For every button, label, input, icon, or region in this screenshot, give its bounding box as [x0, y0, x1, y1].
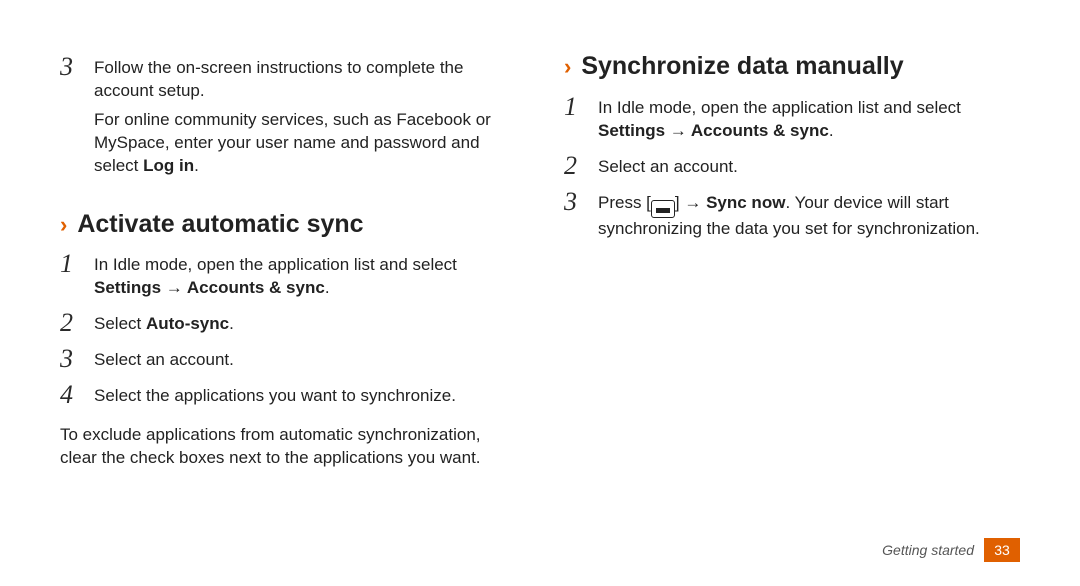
step-text: Select an account.: [598, 156, 738, 179]
step-body: Follow the on-screen instructions to com…: [94, 54, 516, 184]
heading-activate-auto-sync: › Activate automatic sync: [60, 208, 516, 242]
manual-page: 3 Follow the on-screen instructions to c…: [0, 0, 1080, 586]
page-footer: Getting started 33: [882, 538, 1020, 562]
step-number: 2: [564, 153, 586, 179]
footer-section: Getting started: [882, 542, 974, 558]
left-column: 3 Follow the on-screen instructions to c…: [60, 50, 516, 546]
chevron-icon: ›: [60, 214, 67, 236]
step-body: In Idle mode, open the application list …: [598, 94, 1020, 149]
heading-text: Activate automatic sync: [77, 208, 363, 242]
step-4: 4 Select the applications you want to sy…: [60, 382, 516, 414]
step-body: Press [] → Sync now. Your device will st…: [598, 189, 1020, 247]
menu-icon: [651, 200, 675, 218]
step-text: Press [] → Sync now. Your device will st…: [598, 192, 1020, 241]
step-body: In Idle mode, open the application list …: [94, 251, 516, 306]
step-text: For online community services, such as F…: [94, 109, 516, 178]
step-1: 1 In Idle mode, open the application lis…: [60, 251, 516, 306]
step-3: 3 Select an account.: [60, 346, 516, 378]
step-number: 1: [564, 94, 586, 120]
right-column: › Synchronize data manually 1 In Idle mo…: [564, 50, 1020, 546]
step-text: Select an account.: [94, 349, 234, 372]
step-body: Select the applications you want to sync…: [94, 382, 456, 414]
step-body: Select Auto-sync.: [94, 310, 234, 342]
heading-sync-manually: › Synchronize data manually: [564, 50, 1020, 84]
step-body: Select an account.: [94, 346, 234, 378]
note-text: To exclude applications from automatic s…: [60, 424, 516, 470]
step-3-prev: 3 Follow the on-screen instructions to c…: [60, 54, 516, 184]
step-3: 3 Press [] → Sync now. Your device will …: [564, 189, 1020, 247]
step-number: 4: [60, 382, 82, 408]
page-number-badge: 33: [984, 538, 1020, 562]
step-text: Select the applications you want to sync…: [94, 385, 456, 408]
step-number: 1: [60, 251, 82, 277]
chevron-icon: ›: [564, 56, 571, 78]
step-2: 2 Select Auto-sync.: [60, 310, 516, 342]
step-text: In Idle mode, open the application list …: [598, 97, 1020, 143]
step-number: 3: [564, 189, 586, 215]
step-2: 2 Select an account.: [564, 153, 1020, 185]
step-number: 3: [60, 346, 82, 372]
step-body: Select an account.: [598, 153, 738, 185]
step-text: In Idle mode, open the application list …: [94, 254, 516, 300]
step-text: Select Auto-sync.: [94, 313, 234, 336]
heading-text: Synchronize data manually: [581, 50, 903, 84]
step-number: 3: [60, 54, 82, 80]
step-1: 1 In Idle mode, open the application lis…: [564, 94, 1020, 149]
step-number: 2: [60, 310, 82, 336]
step-text: Follow the on-screen instructions to com…: [94, 57, 516, 103]
